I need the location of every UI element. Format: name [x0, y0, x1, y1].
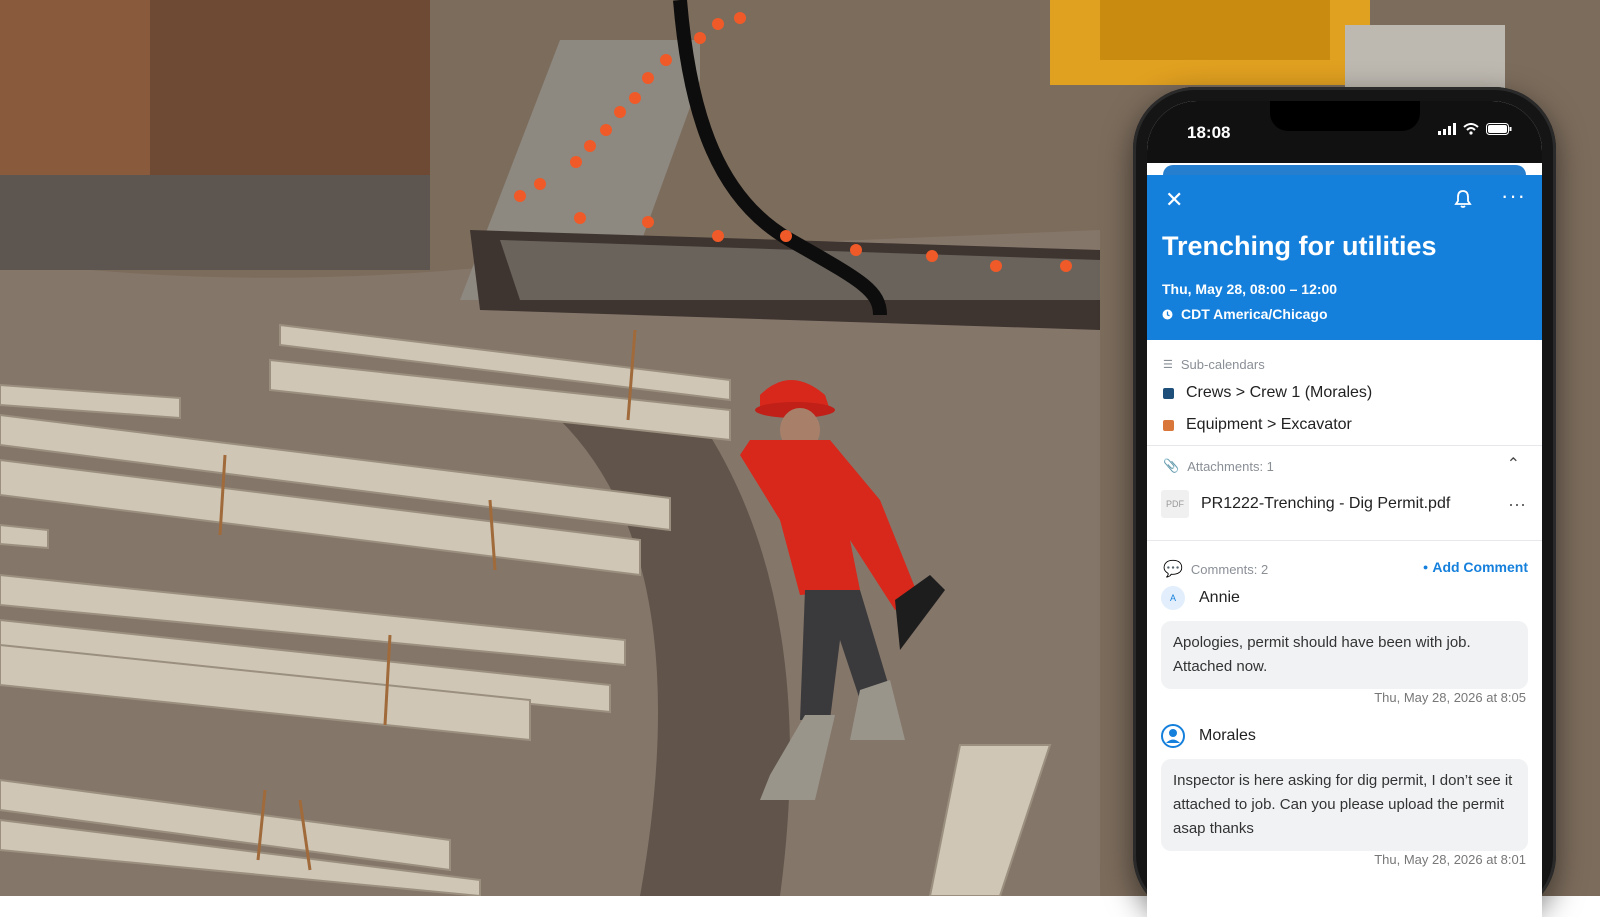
- event-timezone: CDT America/Chicago: [1162, 306, 1328, 322]
- comment-bubble: Apologies, permit should have been with …: [1161, 621, 1528, 689]
- comments-header: 💬 Comments: 2: [1163, 559, 1268, 579]
- status-bar: 18:08: [1147, 101, 1542, 163]
- comment-author: Morales: [1161, 724, 1256, 748]
- subcalendar-label: Equipment > Excavator: [1186, 416, 1352, 433]
- comment-author: A Annie: [1161, 586, 1240, 610]
- divider: [1147, 445, 1542, 446]
- phone-mockup: 18:08 ✕ ··· Trenching for utilities Thu,…: [1133, 87, 1556, 917]
- comment-bubble: Inspector is here asking for dig permit,…: [1161, 759, 1528, 851]
- crew-swatch: [1163, 387, 1174, 399]
- event-datetime: Thu, May 28, 08:00 – 12:00: [1162, 281, 1338, 297]
- attachments-label: Attachments: 1: [1187, 458, 1274, 474]
- subcalendar-item-crew[interactable]: Crews > Crew 1 (Morales): [1163, 384, 1372, 402]
- attachment-more-icon[interactable]: ···: [1508, 494, 1532, 515]
- subcalendar-label: Crews > Crew 1 (Morales): [1186, 384, 1373, 401]
- phone-screen: 18:08 ✕ ··· Trenching for utilities Thu,…: [1147, 101, 1542, 917]
- chevron-up-icon[interactable]: ⌃: [1507, 454, 1520, 474]
- more-icon[interactable]: ···: [1501, 183, 1526, 209]
- comments-label: Comments: 2: [1190, 561, 1269, 577]
- subcalendars-header: ☰ Sub-calendars: [1163, 357, 1265, 372]
- pdf-icon: PDF: [1161, 490, 1189, 518]
- wifi-icon: [1463, 123, 1479, 135]
- bell-icon[interactable]: [1454, 189, 1472, 214]
- user-icon: [1161, 724, 1185, 748]
- list-icon: ☰: [1163, 359, 1173, 371]
- avatar: A: [1161, 586, 1185, 610]
- close-icon[interactable]: ✕: [1165, 189, 1183, 211]
- clock-icon: [1162, 309, 1173, 319]
- attachment-item[interactable]: PDF PR1222-Trenching - Dig Permit.pdf ··…: [1161, 490, 1532, 518]
- status-time: 18:08: [1187, 123, 1231, 142]
- subcalendar-item-equipment[interactable]: Equipment > Excavator: [1163, 416, 1352, 434]
- signal-icon: [1438, 123, 1456, 135]
- attachments-header[interactable]: 📎 Attachments: 1: [1163, 458, 1274, 474]
- event-header: ✕ ··· Trenching for utilities Thu, May 2…: [1147, 175, 1542, 340]
- phone-notch: [1269, 101, 1420, 131]
- author-name: Annie: [1199, 589, 1240, 606]
- status-icons: [1438, 123, 1512, 135]
- equipment-swatch: [1163, 419, 1174, 431]
- divider: [1147, 540, 1542, 541]
- event-title: Trenching for utilities: [1162, 231, 1437, 261]
- comment-timestamp: Thu, May 28, 2026 at 8:01: [1374, 852, 1526, 867]
- attachment-name: PR1222-Trenching - Dig Permit.pdf: [1201, 495, 1451, 512]
- add-comment-button[interactable]: ● Add Comment: [1423, 559, 1528, 575]
- comment-timestamp: Thu, May 28, 2026 at 8:05: [1374, 690, 1526, 705]
- add-comment-label: Add Comment: [1432, 559, 1528, 575]
- comment-icon: 💬: [1163, 561, 1183, 578]
- timezone-label: CDT America/Chicago: [1181, 306, 1328, 322]
- subcalendars-label: Sub-calendars: [1180, 357, 1265, 372]
- paperclip-icon: 📎: [1163, 458, 1180, 473]
- add-comment-icon: ●: [1422, 562, 1429, 572]
- battery-icon: [1486, 123, 1512, 135]
- author-name: Morales: [1199, 727, 1256, 744]
- event-details: ☰ Sub-calendars Crews > Crew 1 (Morales)…: [1147, 340, 1542, 917]
